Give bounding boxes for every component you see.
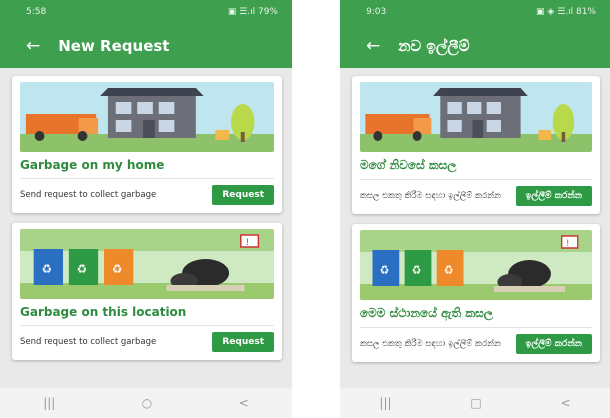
card-title: Garbage on my home [20, 158, 165, 172]
phone-screen-sinhala: 9:03 ▣ ◈ ☰.ıl 81% ← නව ඉල්ලීම් මගේ නිවසේ… [340, 0, 610, 418]
svg-text:♻: ♻ [412, 262, 422, 277]
back-arrow-icon[interactable]: ← [366, 36, 380, 56]
card-title: Garbage on this location [20, 305, 187, 319]
request-card-location: ♻ ♻ ♻ ! Garbage on this location Send re… [12, 223, 282, 360]
svg-text:♻: ♻ [444, 262, 454, 277]
svg-text:♻: ♻ [380, 262, 390, 277]
home-icon[interactable]: ○ [142, 396, 152, 410]
card-title: මගේ නිවසේ කසල [360, 158, 457, 172]
request-card-location: ♻ ♻ ♻ ! මෙම ස්ථානයේ ඇති කසල කසල එකතු කිර… [352, 224, 600, 362]
divider [20, 325, 274, 326]
back-icon[interactable]: < [239, 396, 249, 410]
status-icons: ▣ ☰.ıl 79% [227, 7, 278, 17]
card-title: මෙම ස්ථානයේ ඇති කසල [360, 306, 493, 320]
svg-text:♻: ♻ [112, 262, 123, 276]
recents-icon[interactable]: ||| [379, 396, 391, 410]
recycle-bins-illustration: ♻ ♻ ♻ ! [20, 229, 274, 299]
app-bar: ← නව ඉල්ලීම් [340, 24, 610, 68]
svg-text:♻: ♻ [41, 262, 52, 276]
status-bar: 5:58 ▣ ☰.ıl 79% [0, 0, 292, 24]
garbage-truck-house-illustration [360, 82, 592, 152]
svg-text:!: ! [566, 239, 569, 250]
divider [20, 178, 274, 179]
card-description: Send request to collect garbage [20, 189, 157, 200]
status-icons: ▣ ◈ ☰.ıl 81% [536, 7, 596, 17]
request-button[interactable]: ඉල්ලීම් කරන්න [515, 186, 592, 206]
divider [360, 179, 592, 180]
status-time: 5:58 [26, 7, 47, 17]
divider [360, 327, 592, 328]
back-arrow-icon[interactable]: ← [26, 36, 40, 56]
svg-text:♻: ♻ [77, 262, 88, 276]
card-description: Send request to collect garbage [20, 336, 157, 347]
request-button[interactable]: Request [212, 185, 274, 205]
recycle-bins-illustration: ♻ ♻ ♻ ! [360, 230, 592, 300]
card-description: කසල එකතු කිරීම සඳහා ඉල්ලීම් කරන්න [360, 190, 501, 201]
back-icon[interactable]: < [561, 396, 571, 410]
request-button[interactable]: ඉල්ලීම් කරන්න [515, 334, 592, 354]
page-title: නව ඉල්ලීම් [398, 37, 470, 55]
status-time: 9:03 [366, 7, 387, 17]
garbage-truck-house-illustration [20, 82, 274, 152]
page-title: New Request [58, 37, 170, 55]
request-card-home: Garbage on my home Send request to colle… [12, 76, 282, 213]
phone-screen-english: 5:58 ▣ ☰.ıl 79% ← New Request Garbage on… [0, 0, 292, 418]
home-icon[interactable]: □ [470, 396, 481, 410]
request-button[interactable]: Request [212, 332, 274, 352]
system-nav-bar: ||| □ < [340, 388, 610, 418]
request-card-home: මගේ නිවසේ කසල කසල එකතු කිරීම සඳහා ඉල්ලීම… [352, 76, 600, 214]
card-description: කසල එකතු කිරීම සඳහා ඉල්ලීම් කරන්න [360, 338, 501, 349]
svg-text:!: ! [246, 238, 250, 248]
app-bar: ← New Request [0, 24, 292, 68]
recents-icon[interactable]: ||| [43, 396, 55, 410]
status-bar: 9:03 ▣ ◈ ☰.ıl 81% [340, 0, 610, 24]
system-nav-bar: ||| ○ < [0, 388, 292, 418]
